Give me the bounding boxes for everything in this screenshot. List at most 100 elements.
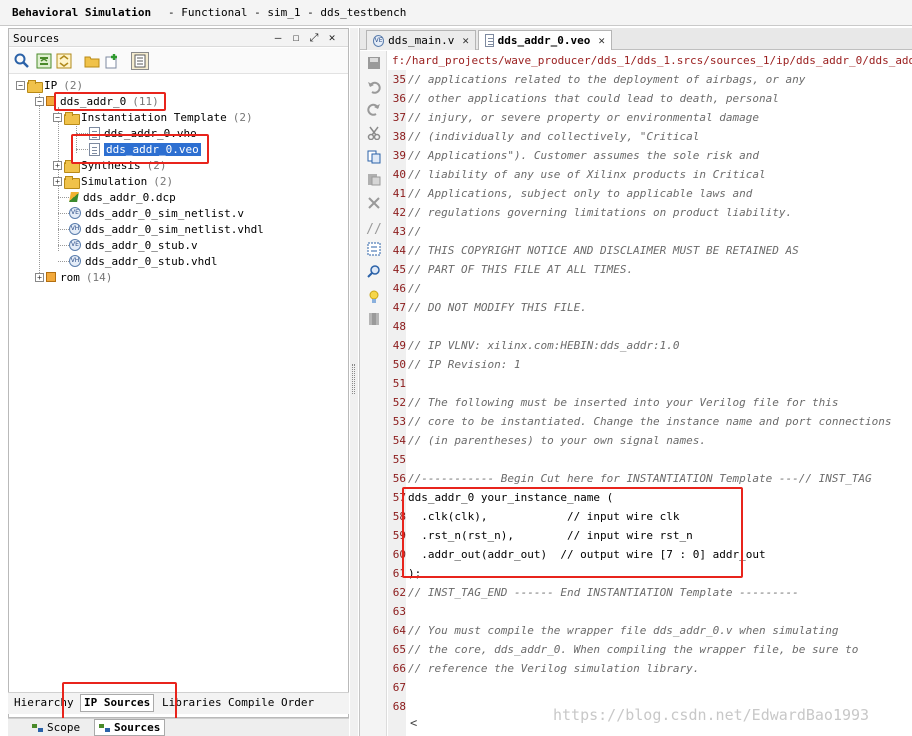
line-number: 51 — [392, 377, 406, 390]
search-icon[interactable] — [13, 52, 31, 70]
line-number: 56 — [392, 472, 406, 485]
panel-splitter[interactable] — [350, 28, 358, 736]
minimize-icon[interactable]: – — [271, 31, 285, 45]
block-comment-icon[interactable] — [366, 241, 382, 257]
code-line[interactable]: ); — [408, 564, 421, 583]
tree-node-label: dds_addr_0_stub.v — [85, 238, 198, 252]
verilog-file-icon: VE — [69, 239, 81, 251]
code-line[interactable]: .rst_n(rst_n), // input wire rst_n — [408, 526, 693, 545]
float-icon[interactable]: ⤢ — [307, 31, 321, 45]
code-line[interactable]: // liability of any use of Xilinx produc… — [408, 165, 766, 184]
code-line[interactable]: dds_addr_0 your_instance_name ( — [408, 488, 613, 507]
code-line[interactable]: // Applications, subject only to applica… — [408, 184, 752, 203]
tree-node-dds-addr-0[interactable]: − dds_addr_0 (11) — [35, 93, 159, 109]
tab-hierarchy[interactable]: Hierarchy — [14, 696, 74, 709]
undo-icon[interactable] — [366, 79, 382, 95]
tree-node-vho[interactable]: dds_addr_0.vho — [89, 125, 197, 141]
cut-icon[interactable] — [366, 125, 382, 141]
tree-node-rom[interactable]: + rom (14) — [35, 269, 112, 285]
tab-compile-order[interactable]: Compile Order — [228, 696, 314, 709]
editor-tab-dds-addr-0-veo[interactable]: dds_addr_0.veo ✕ — [478, 30, 612, 50]
collapse-icon[interactable]: − — [16, 80, 25, 90]
tree-node-simulation[interactable]: + Simulation (2) — [53, 173, 173, 189]
code-line[interactable]: // — [408, 222, 421, 241]
tree-node-count: (11) — [132, 94, 159, 108]
code-line[interactable]: // applications related to the deploymen… — [408, 70, 805, 89]
tree-node-dcp[interactable]: dds_addr_0.dcp — [69, 189, 176, 205]
collapse-icon[interactable]: − — [53, 112, 62, 122]
code-line[interactable]: // — [408, 279, 421, 298]
code-line[interactable]: // IP VLNV: xilinx.com:HEBIN:dds_addr:1.… — [408, 336, 680, 355]
find-icon[interactable] — [366, 263, 382, 279]
tree-node-stub-vhdl[interactable]: VH dds_addr_0_stub.vhdl — [69, 253, 217, 269]
tree-node-stub-v[interactable]: VE dds_addr_0_stub.v — [69, 237, 198, 253]
tree-node-sim-netlist-vhdl[interactable]: VH dds_addr_0_sim_netlist.vhdl — [69, 221, 264, 237]
code-line[interactable]: // DO NOT MODIFY THIS FILE. — [408, 298, 587, 317]
code-line[interactable]: //----------- Begin Cut here for INSTANT… — [408, 469, 872, 488]
code-line[interactable]: // Applications"). Customer assumes the … — [408, 146, 759, 165]
code-line[interactable]: // reference the Verilog simulation libr… — [408, 659, 699, 678]
lightbulb-icon[interactable] — [366, 289, 382, 305]
tree-node-label: dds_addr_0.veo — [104, 142, 201, 156]
code-line[interactable]: // other applications that could lead to… — [408, 89, 779, 108]
paste-icon[interactable] — [366, 171, 382, 187]
tree-node-instantiation-template[interactable]: − Instantiation Template (2) — [53, 109, 253, 125]
code-line[interactable]: .addr_out(addr_out) // output wire [7 : … — [408, 545, 765, 564]
show-hierarchy-icon[interactable] — [131, 52, 149, 70]
code-line[interactable]: // You must compile the wrapper file dds… — [408, 621, 838, 640]
code-line[interactable]: // regulations governing limitations on … — [408, 203, 792, 222]
close-icon[interactable]: ✕ — [325, 31, 339, 45]
redo-icon[interactable] — [366, 101, 382, 117]
tab-ip-sources[interactable]: IP Sources — [80, 694, 155, 712]
line-number: 36 — [392, 92, 406, 105]
expand-icon[interactable]: + — [53, 160, 62, 170]
tree-node-sim-netlist-v[interactable]: VE dds_addr_0_sim_netlist.v — [69, 205, 244, 221]
code-line[interactable]: // THIS COPYRIGHT NOTICE AND DISCLAIMER … — [408, 241, 799, 260]
collapse-icon[interactable]: − — [35, 96, 44, 106]
folder-icon — [64, 175, 80, 189]
expand-all-icon[interactable] — [55, 52, 73, 70]
code-line[interactable]: // the core, dds_addr_0. When compiling … — [408, 640, 858, 659]
code-line[interactable]: // IP Revision: 1 — [408, 355, 521, 374]
tree-node-synthesis[interactable]: + Synthesis (2) — [53, 157, 166, 173]
code-line[interactable]: // PART OF THIS FILE AT ALL TIMES. — [408, 260, 633, 279]
copy-icon[interactable] — [366, 149, 382, 165]
code-line[interactable]: // (individually and collectively, "Crit… — [408, 127, 699, 146]
code-line[interactable]: .clk(clk), // input wire clk — [408, 507, 679, 526]
collapse-all-icon[interactable] — [35, 52, 53, 70]
tree-node-label: dds_addr_0_sim_netlist.vhdl — [85, 222, 264, 236]
line-number: 48 — [392, 320, 406, 333]
open-folder-icon[interactable] — [83, 52, 101, 70]
tree-connector — [58, 245, 69, 246]
expand-icon[interactable]: + — [35, 272, 44, 282]
line-number: 42 — [392, 206, 406, 219]
code-line[interactable]: // INST_TAG_END ------ End INSTANTIATION… — [408, 583, 799, 602]
line-number: 52 — [392, 396, 406, 409]
line-number: 43 — [392, 225, 406, 238]
maximize-icon[interactable]: ☐ — [289, 31, 303, 45]
code-line[interactable]: // (in parentheses) to your own signal n… — [408, 431, 706, 450]
code-line[interactable]: // core to be instantiated. Change the i… — [408, 412, 891, 431]
comment-icon[interactable]: // — [366, 221, 382, 237]
bookmark-icon[interactable] — [366, 311, 382, 327]
tree-node-ip[interactable]: − IP (2) — [16, 77, 83, 93]
close-tab-icon[interactable]: ✕ — [462, 34, 469, 47]
editor-tab-dds-main[interactable]: VE dds_main.v ✕ — [366, 30, 476, 50]
tab-scope[interactable]: Scope — [32, 721, 80, 734]
close-tab-icon[interactable]: ✕ — [598, 34, 605, 47]
code-line[interactable]: // injury, or severe property or environ… — [408, 108, 759, 127]
tree-node-veo[interactable]: dds_addr_0.veo — [89, 141, 201, 157]
code-line[interactable]: // The following must be inserted into y… — [408, 393, 838, 412]
scroll-left-icon[interactable]: < — [410, 716, 417, 730]
delete-icon[interactable] — [366, 195, 382, 211]
save-icon[interactable] — [366, 55, 382, 71]
file-icon — [89, 142, 100, 156]
tab-sources[interactable]: Sources — [94, 719, 166, 736]
line-number: 67 — [392, 681, 406, 694]
line-number: 66 — [392, 662, 406, 675]
tree-connector — [58, 229, 69, 230]
expand-icon[interactable]: + — [53, 176, 62, 186]
tab-libraries[interactable]: Libraries — [162, 696, 222, 709]
add-source-icon[interactable] — [103, 52, 121, 70]
title-bar: Behavioral Simulation - Functional - sim… — [0, 0, 912, 26]
